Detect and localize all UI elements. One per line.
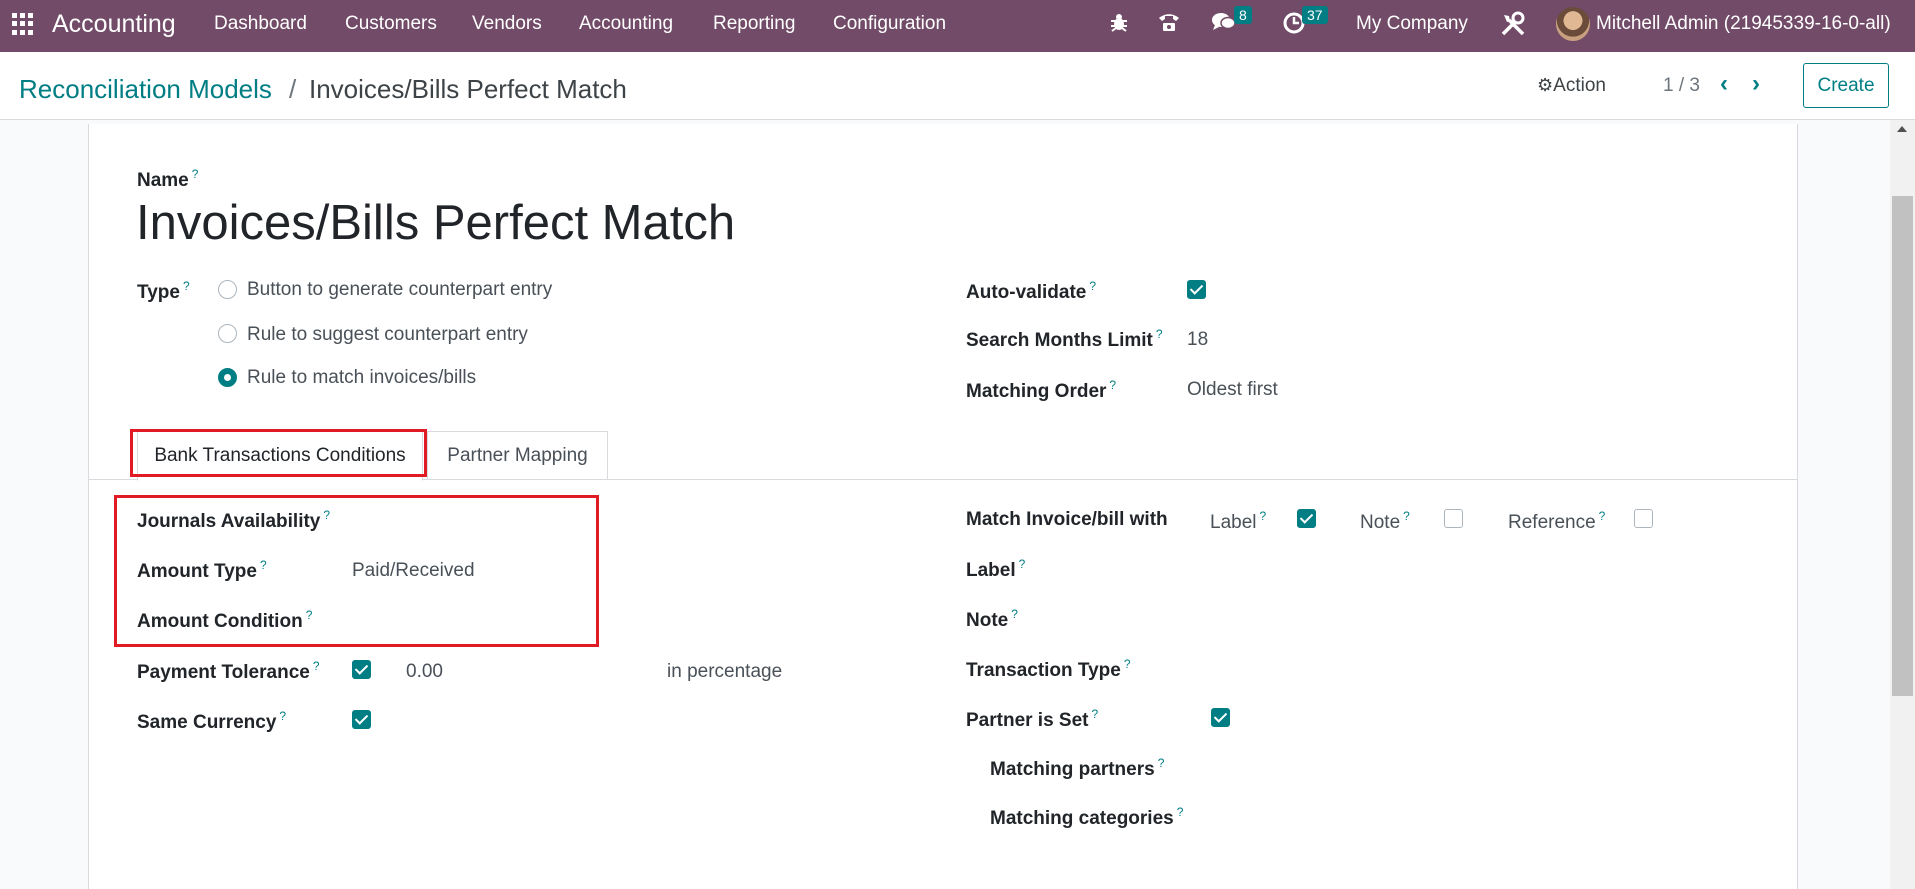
tools-icon[interactable] bbox=[1500, 11, 1526, 42]
help-icon[interactable]: ? bbox=[1019, 557, 1026, 571]
action-label: Action bbox=[1553, 75, 1606, 96]
app-name[interactable]: Accounting bbox=[52, 10, 176, 39]
search-months-field[interactable]: 18 bbox=[1187, 329, 1208, 351]
breadcrumb-parent[interactable]: Reconciliation Models bbox=[19, 74, 272, 105]
amount-condition-label: Amount Condition? bbox=[137, 608, 313, 632]
match-label-checkbox[interactable] bbox=[1297, 509, 1316, 528]
breadcrumb-separator: / bbox=[289, 74, 297, 104]
match-note-checkbox[interactable] bbox=[1444, 509, 1463, 528]
action-menu-button[interactable]: ⚙Action bbox=[1537, 75, 1606, 97]
help-icon[interactable]: ? bbox=[1124, 657, 1131, 671]
help-icon[interactable]: ? bbox=[1156, 327, 1163, 341]
type-option-button[interactable]: Button to generate counterpart entry bbox=[247, 279, 552, 301]
scrollbar-thumb[interactable] bbox=[1892, 196, 1913, 696]
menu-dashboard[interactable]: Dashboard bbox=[214, 13, 307, 35]
type-option-match[interactable]: Rule to match invoices/bills bbox=[247, 367, 476, 389]
label-condition-label: Label? bbox=[966, 557, 1026, 581]
menu-configuration[interactable]: Configuration bbox=[833, 13, 946, 35]
matching-categories-label: Matching categories? bbox=[990, 805, 1184, 829]
payment-tolerance-unit: in percentage bbox=[667, 661, 783, 682]
messages-badge: 8 bbox=[1234, 6, 1252, 24]
search-months-label: Search Months Limit? bbox=[966, 327, 1163, 351]
chevron-left-icon[interactable]: ‹ bbox=[1720, 70, 1728, 98]
help-icon[interactable]: ? bbox=[183, 279, 190, 293]
help-icon[interactable]: ? bbox=[1011, 607, 1018, 621]
help-icon[interactable]: ? bbox=[1403, 509, 1410, 523]
help-icon[interactable]: ? bbox=[192, 167, 199, 181]
phone-icon[interactable] bbox=[1157, 11, 1181, 38]
menu-reporting[interactable]: Reporting bbox=[713, 13, 795, 35]
match-label-option: Label? bbox=[1210, 509, 1267, 533]
apps-menu-icon[interactable] bbox=[12, 13, 34, 35]
name-label: Name? bbox=[137, 167, 199, 191]
match-invoice-with-label: Match Invoice/bill with bbox=[966, 509, 1168, 530]
match-reference-checkbox[interactable] bbox=[1634, 509, 1653, 528]
matching-order-field[interactable]: Oldest first bbox=[1187, 379, 1278, 401]
auto-validate-checkbox[interactable] bbox=[1187, 280, 1206, 299]
type-option-suggest[interactable]: Rule to suggest counterpart entry bbox=[247, 324, 528, 346]
partner-is-set-label: Partner is Set? bbox=[966, 707, 1099, 731]
payment-tolerance-label: Payment Tolerance? bbox=[137, 659, 320, 683]
tab-bank-transactions-conditions[interactable]: Bank Transactions Conditions bbox=[137, 431, 423, 481]
company-switcher[interactable]: My Company bbox=[1356, 13, 1468, 35]
auto-validate-label: Auto-validate? bbox=[966, 279, 1097, 303]
help-icon[interactable]: ? bbox=[1092, 707, 1099, 721]
match-note-option: Note? bbox=[1360, 509, 1410, 533]
help-icon[interactable]: ? bbox=[1599, 509, 1606, 523]
type-radio-suggest[interactable] bbox=[218, 324, 237, 343]
matching-partners-label: Matching partners? bbox=[990, 756, 1165, 780]
top-navbar: Accounting Dashboard Customers Vendors A… bbox=[0, 0, 1915, 52]
help-icon[interactable]: ? bbox=[260, 558, 267, 572]
breadcrumb-current: Invoices/Bills Perfect Match bbox=[309, 74, 627, 104]
activities-badge: 37 bbox=[1302, 6, 1328, 24]
type-radio-button[interactable] bbox=[218, 280, 237, 299]
match-reference-option: Reference? bbox=[1508, 509, 1606, 533]
transaction-type-label: Transaction Type? bbox=[966, 657, 1131, 681]
help-icon[interactable]: ? bbox=[306, 608, 313, 622]
help-icon[interactable]: ? bbox=[279, 709, 286, 723]
chevron-right-icon[interactable]: › bbox=[1752, 70, 1760, 98]
partner-is-set-checkbox[interactable] bbox=[1211, 708, 1230, 727]
bug-icon[interactable] bbox=[1108, 11, 1130, 38]
gear-icon: ⚙ bbox=[1537, 75, 1554, 95]
help-icon[interactable]: ? bbox=[1109, 378, 1116, 392]
help-icon[interactable]: ? bbox=[1158, 756, 1165, 770]
help-icon[interactable]: ? bbox=[313, 659, 320, 673]
amount-type-label: Amount Type? bbox=[137, 558, 267, 582]
payment-tolerance-checkbox[interactable] bbox=[352, 660, 371, 679]
matching-order-label: Matching Order? bbox=[966, 378, 1117, 402]
help-icon[interactable]: ? bbox=[1177, 805, 1184, 819]
scroll-up-icon[interactable] bbox=[1897, 126, 1907, 132]
same-currency-label: Same Currency? bbox=[137, 709, 287, 733]
user-avatar[interactable] bbox=[1556, 7, 1590, 41]
create-button[interactable]: Create bbox=[1803, 63, 1889, 108]
user-menu[interactable]: Mitchell Admin (21945339-16-0-all) bbox=[1596, 13, 1891, 35]
same-currency-checkbox[interactable] bbox=[352, 710, 371, 729]
scrollbar[interactable] bbox=[1890, 120, 1915, 889]
note-condition-label: Note? bbox=[966, 607, 1018, 631]
help-icon[interactable]: ? bbox=[1260, 509, 1267, 523]
type-radio-match[interactable] bbox=[218, 368, 237, 387]
control-panel: Reconciliation Models / Invoices/Bills P… bbox=[0, 52, 1915, 120]
amount-type-field[interactable]: Paid/Received bbox=[352, 560, 475, 582]
pager-value[interactable]: 1 / 3 bbox=[1663, 75, 1700, 97]
menu-accounting[interactable]: Accounting bbox=[579, 13, 673, 35]
menu-vendors[interactable]: Vendors bbox=[472, 13, 542, 35]
help-icon[interactable]: ? bbox=[1089, 279, 1096, 293]
type-label: Type? bbox=[137, 279, 190, 303]
record-name-field[interactable]: Invoices/Bills Perfect Match bbox=[136, 195, 735, 251]
tab-partner-mapping[interactable]: Partner Mapping bbox=[427, 431, 608, 479]
journals-availability-label: Journals Availability? bbox=[137, 508, 331, 532]
payment-tolerance-field[interactable]: 0.00 bbox=[406, 661, 443, 683]
menu-customers[interactable]: Customers bbox=[345, 13, 437, 35]
help-icon[interactable]: ? bbox=[323, 508, 330, 522]
